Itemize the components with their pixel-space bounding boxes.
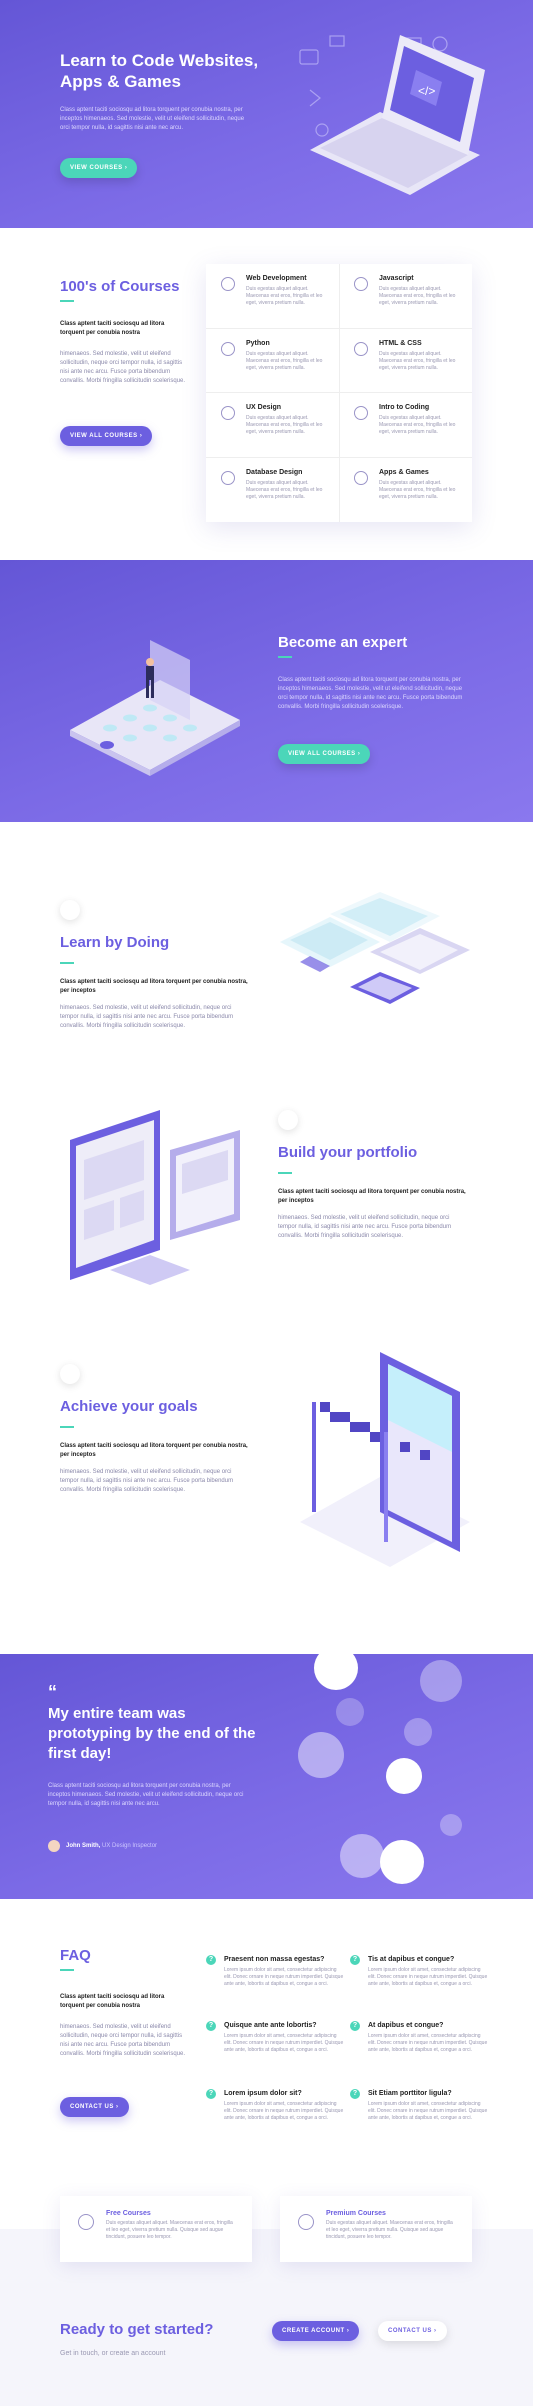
- avatar: [48, 1840, 60, 1852]
- faq-title: FAQ: [60, 1947, 91, 1964]
- target-icon: [60, 1364, 80, 1384]
- expert-view-all-courses-button[interactable]: VIEW ALL COURSES ›: [278, 744, 371, 764]
- laptop-illustration: </>: [299, 35, 485, 195]
- feature-subtitle: Class aptent taciti sociosqu ad litora t…: [60, 1443, 248, 1458]
- view-courses-button[interactable]: VIEW COURSES ›: [60, 158, 138, 178]
- course-intro-to-coding[interactable]: Intro to Coding Duis egestas aliquet aliq…: [339, 393, 472, 458]
- view-all-courses-button[interactable]: VIEW ALL COURSES ›: [60, 426, 153, 446]
- feature-text: himenaeos. Sed molestie, velit ut eleife…: [278, 1215, 452, 1239]
- question-icon: ?: [350, 2021, 360, 2031]
- question-icon: ?: [206, 1955, 216, 1965]
- course-html-css[interactable]: HTML & CSS Duis egestas aliquet aliquet. …: [339, 329, 472, 393]
- monitor-icon: [221, 277, 235, 291]
- faq-item[interactable]: ? Praesent non massa egestas? Lorem ipsum …: [206, 1955, 356, 2009]
- title-accent-bar: [278, 656, 292, 658]
- faq-text: himenaeos. Sed molestie, velit ut eleife…: [60, 2024, 186, 2057]
- create-account-button[interactable]: CREATE ACCOUNT ›: [272, 2321, 360, 2341]
- title-accent-bar: [60, 1426, 74, 1428]
- courses-subtitle: Class aptent taciti sociosqu ad litora t…: [60, 321, 165, 336]
- briefcase-icon: [278, 1110, 298, 1130]
- faq-item[interactable]: ? Lorem ipsum dolor sit? Lorem ipsum dolor…: [206, 2089, 356, 2143]
- tablet-illustration: [70, 640, 240, 776]
- crown-icon: [298, 2214, 314, 2230]
- feature-learn-by-doing: Learn by Doing Class aptent taciti socio…: [0, 822, 533, 1080]
- course-database-design[interactable]: Database Design Duis egestas aliquet aliq…: [206, 458, 339, 523]
- course-apps-games[interactable]: Apps & Games Duis egestas aliquet aliquet…: [339, 458, 472, 523]
- title-accent-bar: [60, 300, 74, 302]
- course-web-development[interactable]: Web Development Duis egestas aliquet aliq…: [206, 264, 339, 329]
- html-icon: [354, 341, 368, 356]
- feature-title: Learn by Doing: [60, 934, 170, 951]
- faq-item[interactable]: ? Sit Etiam porttitor ligula? Lorem ipsum …: [350, 2089, 500, 2143]
- testimonial-text: Class aptent taciti sociosqu ad litora t…: [48, 1783, 244, 1807]
- faq-item[interactable]: ? At dapibus et congue? Lorem ipsum dolor …: [350, 2021, 500, 2075]
- faq-subtitle: Class aptent taciti sociosqu ad litora t…: [60, 1994, 165, 2009]
- card-premium-courses[interactable]: Premium Courses Duis egestas aliquet aliq…: [280, 2196, 472, 2262]
- code-icon: [354, 277, 368, 291]
- courses-title: 100's of Courses: [60, 278, 180, 295]
- course-javascript[interactable]: Javascript Duis egestas aliquet aliquet. …: [339, 264, 472, 329]
- feature-subtitle: Class aptent taciti sociosqu ad litora t…: [278, 1189, 466, 1204]
- cta-title: Ready to get started?: [60, 2321, 214, 2338]
- expert-title: Become an expert: [278, 634, 408, 651]
- feature-title: Achieve your goals: [60, 1398, 198, 1415]
- quote-mark: “: [48, 1682, 57, 1702]
- feature-title: Build your portfolio: [278, 1144, 418, 1161]
- testimonial-author: John Smith, UX Design Inspector: [66, 1843, 158, 1849]
- testimonial-quote: My entire team was prototyping by the en…: [48, 1705, 256, 1762]
- question-icon: ?: [206, 2089, 216, 2099]
- layers-illustration: [280, 892, 470, 1004]
- monitor-illustration: [70, 1110, 240, 1285]
- hero-title: Learn to Code Websites, Apps & Games: [60, 51, 259, 91]
- question-icon: ?: [350, 2089, 360, 2099]
- hero-section: Learn to Code Websites, Apps & Games Cla…: [0, 0, 533, 228]
- question-icon: ?: [206, 2021, 216, 2031]
- courses-text: himenaeos. Sed molestie, velit ut eleife…: [60, 351, 186, 384]
- title-accent-bar: [60, 1969, 74, 1971]
- feature-achieve-goals: Achieve your goals Class aptent taciti s…: [0, 1332, 533, 1654]
- testimonial-section: “ My entire team was prototyping by the …: [0, 1654, 533, 1899]
- laptop-icon: [354, 406, 368, 420]
- title-accent-bar: [60, 962, 74, 964]
- feature-subtitle: Class aptent taciti sociosqu ad litora t…: [60, 979, 248, 994]
- course-grid: Web Development Duis egestas aliquet aliq…: [206, 264, 472, 522]
- book-icon: [78, 2214, 94, 2230]
- hero-text: Class aptent taciti sociosqu ad litora t…: [60, 107, 245, 131]
- pen-icon: [221, 406, 235, 420]
- question-icon: ?: [350, 1955, 360, 1965]
- faq-item[interactable]: ? Tis at dapibus et congue? Lorem ipsum do…: [350, 1955, 500, 2009]
- expert-section: Become an expert Class aptent taciti soc…: [0, 560, 533, 822]
- feature-build-portfolio: Build your portfolio Class aptent taciti…: [0, 1080, 533, 1332]
- finish-line-illustration: [300, 1352, 470, 1567]
- gamepad-icon: [354, 470, 368, 485]
- feature-text: himenaeos. Sed molestie, velit ut eleife…: [60, 1005, 234, 1029]
- faq-item[interactable]: ? Quisque ante ante lobortis? Lorem ipsum …: [206, 2021, 356, 2075]
- feature-text: himenaeos. Sed molestie, velit ut eleife…: [60, 1469, 234, 1493]
- database-icon: [221, 470, 235, 485]
- course-ux-design[interactable]: UX Design Duis egestas aliquet aliquet. M…: [206, 393, 339, 458]
- expert-text: Class aptent taciti sociosqu ad litora t…: [278, 677, 463, 710]
- faq-section: FAQ Class aptent taciti sociosqu ad lito…: [0, 1899, 533, 2229]
- faq-contact-button[interactable]: CONTACT US ›: [60, 2097, 129, 2117]
- cta-contact-button[interactable]: CONTACT US ›: [378, 2321, 447, 2341]
- lightbulb-icon: [60, 900, 80, 920]
- title-accent-bar: [278, 1172, 292, 1174]
- svg-text:</>: </>: [418, 84, 435, 98]
- python-icon: [221, 341, 235, 356]
- card-free-courses[interactable]: Free Courses Duis egestas aliquet aliquet…: [60, 2196, 252, 2262]
- cta-subtitle: Get in touch, or create an account: [60, 2350, 166, 2357]
- course-python[interactable]: Python Duis egestas aliquet aliquet. Maec…: [206, 329, 339, 393]
